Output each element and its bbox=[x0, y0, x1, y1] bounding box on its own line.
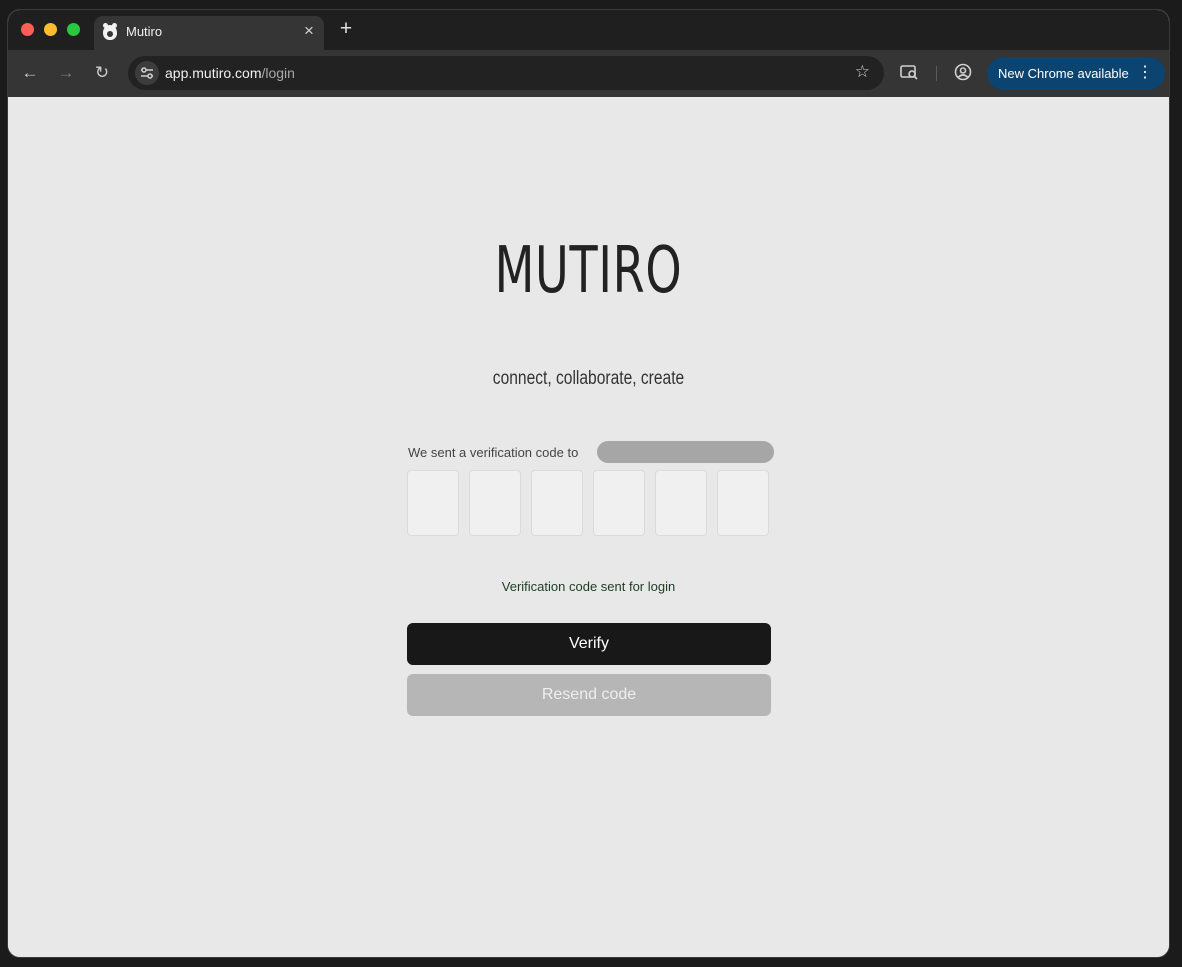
tab-strip: Mutiro × + bbox=[8, 10, 1169, 50]
status-message: Verification code sent for login bbox=[501, 579, 676, 594]
window-close-button[interactable] bbox=[21, 23, 34, 36]
forward-icon[interactable]: → bbox=[55, 62, 77, 84]
code-digit-1[interactable] bbox=[407, 470, 459, 536]
new-tab-icon[interactable]: + bbox=[336, 18, 356, 40]
browser-toolbar: ← → ↻ app.mutiro.com/login ☆ New Chrome … bbox=[8, 50, 1169, 97]
login-page: MUTIRO connect, collaborate, create We s… bbox=[8, 97, 1169, 957]
code-digit-6[interactable] bbox=[717, 470, 769, 536]
redacted-email bbox=[597, 441, 774, 463]
new-chrome-available-button[interactable]: New Chrome available ⋮ bbox=[987, 57, 1165, 90]
code-digit-3[interactable] bbox=[531, 470, 583, 536]
tagline: connect, collaborate, create bbox=[492, 368, 685, 389]
url-text[interactable]: app.mutiro.com/login bbox=[165, 65, 295, 81]
brand-logo: MUTIRO bbox=[494, 234, 683, 308]
window-minimize-button[interactable] bbox=[44, 23, 57, 36]
url-path: /login bbox=[261, 65, 295, 81]
tab-search-icon[interactable] bbox=[899, 62, 921, 84]
browser-window: Mutiro × + ← → ↻ app.mutiro.com/login ☆ bbox=[8, 10, 1169, 957]
tab-mutiro[interactable]: Mutiro × bbox=[94, 16, 324, 50]
update-label: New Chrome available bbox=[998, 66, 1129, 81]
resend-code-button[interactable]: Resend code bbox=[407, 674, 771, 716]
url-host: app.mutiro.com bbox=[165, 65, 262, 81]
reload-icon[interactable]: ↻ bbox=[91, 62, 113, 84]
tab-close-icon[interactable]: × bbox=[300, 22, 318, 40]
back-icon[interactable]: ← bbox=[19, 62, 41, 84]
sent-text: We sent a verification code to bbox=[408, 445, 579, 460]
code-digit-2[interactable] bbox=[469, 470, 521, 536]
toolbar-separator bbox=[936, 66, 937, 81]
tab-title: Mutiro bbox=[126, 24, 163, 39]
code-digit-4[interactable] bbox=[593, 470, 645, 536]
site-info-icon[interactable] bbox=[135, 61, 159, 85]
code-digit-5[interactable] bbox=[655, 470, 707, 536]
menu-more-icon[interactable]: ⋮ bbox=[1137, 63, 1153, 83]
verify-button[interactable]: Verify bbox=[407, 623, 771, 665]
window-maximize-button[interactable] bbox=[67, 23, 80, 36]
address-bar[interactable]: app.mutiro.com/login ☆ bbox=[128, 56, 884, 90]
profile-icon[interactable] bbox=[953, 62, 975, 84]
bookmark-star-icon[interactable]: ☆ bbox=[855, 62, 870, 82]
mutiro-favicon-icon bbox=[103, 23, 117, 40]
